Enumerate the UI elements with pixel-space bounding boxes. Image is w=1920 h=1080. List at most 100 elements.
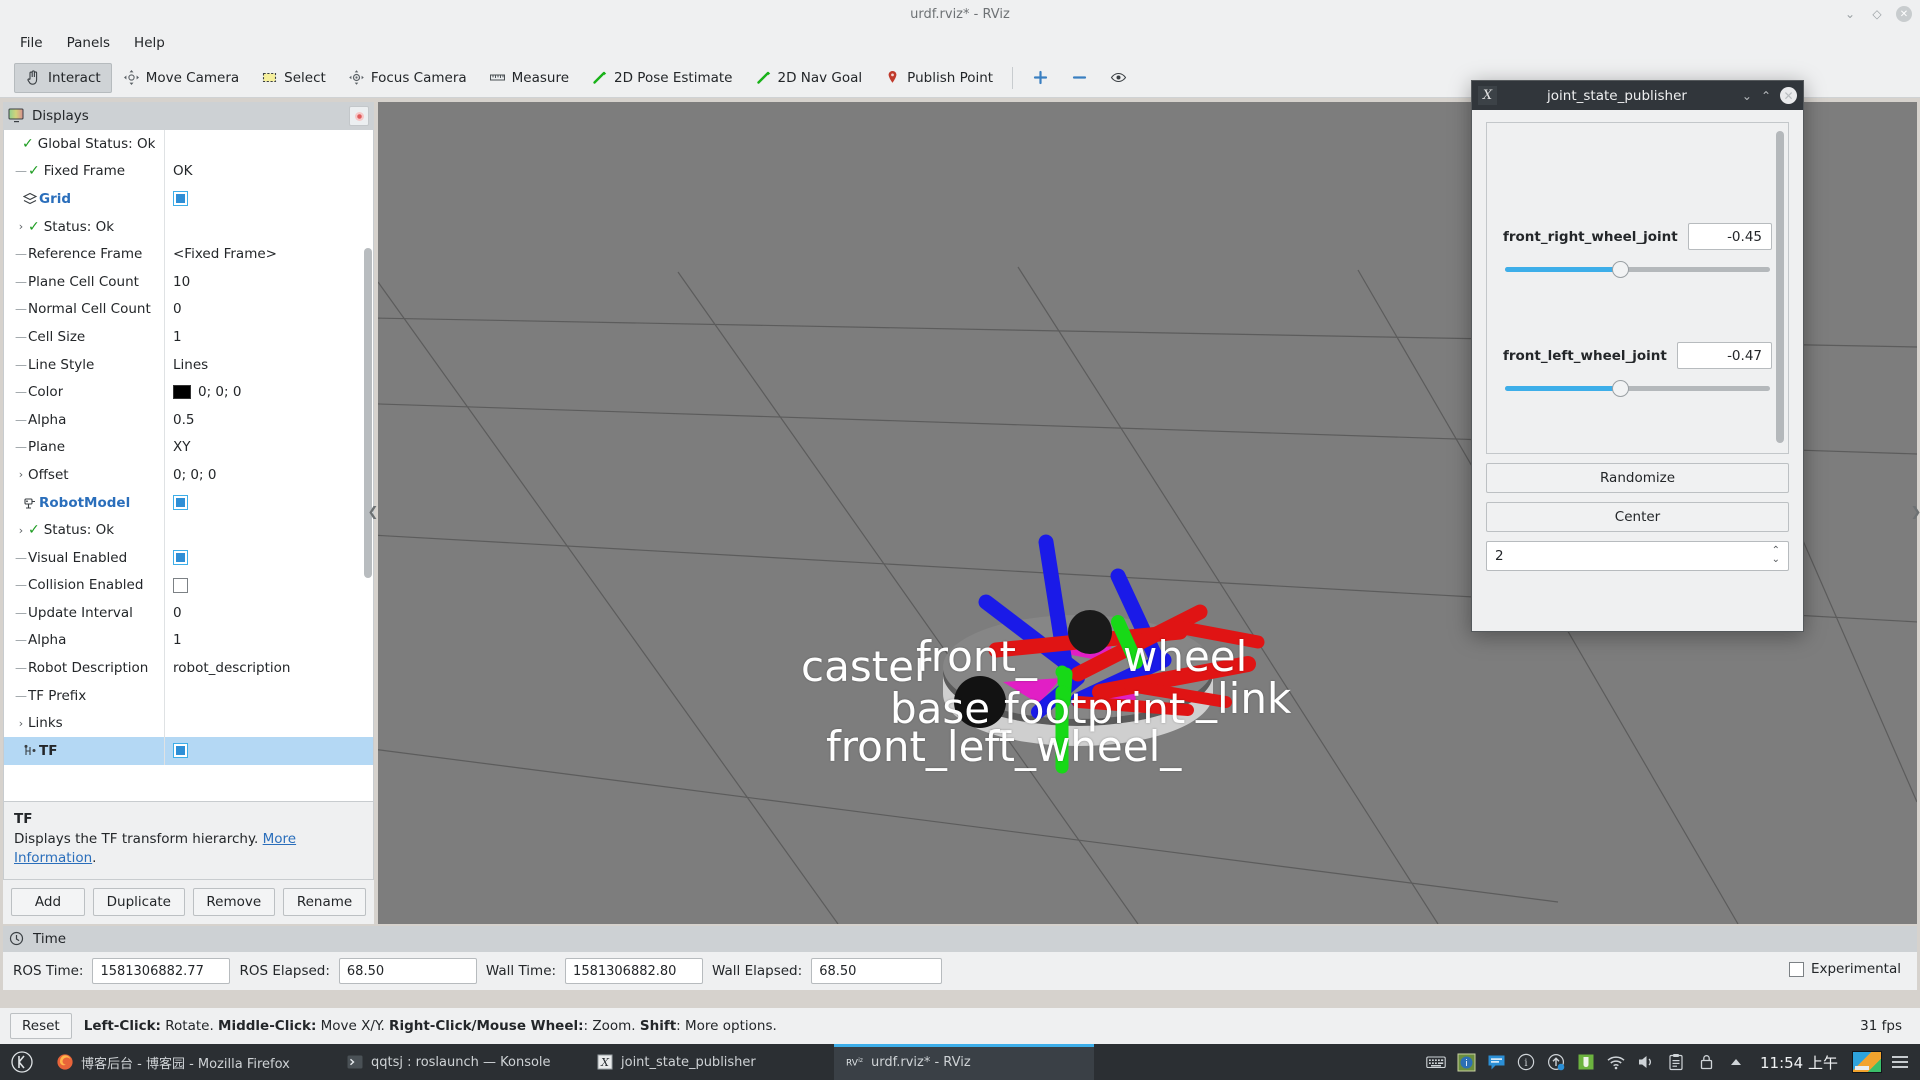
tree-row-value-cell[interactable]: 1 xyxy=(164,626,373,655)
joint-value-field[interactable]: -0.45 xyxy=(1687,223,1772,250)
slider-handle[interactable] xyxy=(1611,261,1629,278)
tool-remove-panel[interactable] xyxy=(1060,63,1099,93)
tree-row[interactable]: — Plane Cell Count 10 xyxy=(4,267,373,296)
jsp-scrollbar[interactable] xyxy=(1776,131,1784,443)
pager-icon[interactable] xyxy=(1852,1051,1882,1073)
add-button[interactable]: Add xyxy=(11,888,85,916)
tree-row-value-cell[interactable]: XY xyxy=(164,433,373,462)
tree-row[interactable]: — ✓ Fixed Frame OK xyxy=(4,157,373,186)
tool-interact[interactable]: Interact xyxy=(14,62,112,93)
wifi-icon[interactable] xyxy=(1606,1052,1626,1072)
rename-button[interactable]: Rename xyxy=(283,888,366,916)
tree-row[interactable]: — Alpha 1 xyxy=(4,626,373,655)
tool-measure[interactable]: Measure xyxy=(478,63,580,93)
chevron-right-icon[interactable]: › xyxy=(14,524,28,537)
tree-row-value-cell[interactable]: robot_description xyxy=(164,654,373,682)
ros-elapsed-field[interactable]: 68.50 xyxy=(338,958,477,984)
tool-add-panel[interactable] xyxy=(1021,63,1060,93)
tool-publish-point[interactable]: Publish Point xyxy=(873,63,1004,93)
updates-icon[interactable] xyxy=(1546,1052,1566,1072)
randomize-button[interactable]: Randomize xyxy=(1486,463,1789,493)
task-joint-state-publisher[interactable]: X joint_state_publisher xyxy=(584,1044,834,1080)
tree-row-value-cell[interactable]: Lines xyxy=(164,350,373,379)
experimental-checkbox[interactable]: Experimental xyxy=(1788,961,1901,977)
task-konsole[interactable]: qqtsj : roslaunch — Konsole xyxy=(334,1044,584,1080)
keyboard-icon[interactable] xyxy=(1426,1052,1446,1072)
tree-row-value-cell[interactable]: 10 xyxy=(164,267,373,296)
menu-help[interactable]: Help xyxy=(122,32,177,54)
menu-panels[interactable]: Panels xyxy=(55,32,122,54)
displays-tree[interactable]: ✓ Global Status: Ok — ✓ Fixed Frame OK Grid › ✓ S… xyxy=(3,130,374,802)
tree-row[interactable]: — Reference Frame <Fixed Frame> xyxy=(4,240,373,268)
tree-row[interactable]: Grid xyxy=(4,185,373,213)
tree-row[interactable]: › ✓ Status: Ok xyxy=(4,212,373,241)
tree-row-value-cell[interactable] xyxy=(164,212,373,241)
tree-row-value-cell[interactable]: <Fixed Frame> xyxy=(164,240,373,268)
enable-checkbox[interactable] xyxy=(173,495,188,511)
dropbox-icon[interactable] xyxy=(1576,1052,1596,1072)
chevron-updown-icon[interactable]: ⌃ ⌄ xyxy=(1772,546,1780,565)
tree-row[interactable]: — TF Prefix xyxy=(4,681,373,710)
joint-state-publisher-dialog[interactable]: X joint_state_publisher ⌄ ⌃ ✕ front_righ… xyxy=(1471,80,1804,632)
tool-2d-nav-goal[interactable]: 2D Nav Goal xyxy=(744,63,874,93)
tool-2d-pose-estimate[interactable]: 2D Pose Estimate xyxy=(580,63,743,93)
enable-checkbox[interactable] xyxy=(173,743,188,759)
tool-select[interactable]: Select xyxy=(250,63,337,93)
tree-row[interactable]: — Visual Enabled xyxy=(4,543,373,572)
show-hidden-icon[interactable] xyxy=(1726,1052,1746,1072)
tree-row[interactable]: — Update Interval 0 xyxy=(4,599,373,627)
close-icon[interactable]: ✕ xyxy=(1896,6,1912,22)
wall-time-field[interactable]: 1581306882.80 xyxy=(565,958,704,984)
jsp-spinbox[interactable]: 2 ⌃ ⌄ xyxy=(1486,541,1789,571)
slider-handle[interactable] xyxy=(1611,380,1629,397)
task-firefox[interactable]: 博客后台 - 博客园 - Mozilla Firefox xyxy=(44,1044,334,1080)
color-swatch[interactable] xyxy=(173,385,191,400)
tree-row[interactable]: — Cell Size 1 xyxy=(4,323,373,351)
remove-button[interactable]: Remove xyxy=(192,888,275,916)
tree-row-value-cell[interactable]: 0 xyxy=(164,599,373,627)
tree-row-value-cell[interactable] xyxy=(164,185,373,213)
tree-row[interactable]: ✓ Global Status: Ok xyxy=(4,130,373,158)
tree-row[interactable]: — Line Style Lines xyxy=(4,350,373,379)
tree-row[interactable]: › Links xyxy=(4,709,373,738)
left-panel-collapse-handle[interactable]: ❮ xyxy=(368,500,379,524)
enable-checkbox[interactable] xyxy=(173,191,188,207)
tree-row-value-cell[interactable]: 0 xyxy=(164,295,373,324)
jsp-maximize-icon[interactable]: ⌃ xyxy=(1761,89,1771,103)
wall-elapsed-field[interactable]: 68.50 xyxy=(811,958,943,984)
clipboard-icon[interactable] xyxy=(1666,1052,1686,1072)
maximize-icon[interactable]: ◇ xyxy=(1869,6,1885,22)
info-badge-icon[interactable]: i xyxy=(1456,1052,1476,1072)
minimize-icon[interactable]: ⌄ xyxy=(1842,6,1858,22)
center-button[interactable]: Center xyxy=(1486,502,1789,532)
tree-row-value-cell[interactable]: 1 xyxy=(164,323,373,351)
tree-row[interactable]: — Collision Enabled xyxy=(4,571,373,600)
tool-move-camera[interactable]: Move Camera xyxy=(112,63,250,93)
task-rviz[interactable]: RV iz urdf.rviz* - RViz xyxy=(834,1044,1094,1080)
tree-row[interactable]: — Normal Cell Count 0 xyxy=(4,295,373,324)
chevron-right-icon[interactable]: › xyxy=(14,468,28,481)
info-circle-icon[interactable]: i xyxy=(1516,1052,1536,1072)
lock-icon[interactable] xyxy=(1696,1052,1716,1072)
tree-row-value-cell[interactable]: OK xyxy=(164,157,373,186)
taskbar-clock[interactable]: 11:54 上午 xyxy=(1756,1052,1842,1073)
right-panel-collapse-handle[interactable]: ❯ xyxy=(1911,500,1920,524)
joint-value-field[interactable]: -0.47 xyxy=(1676,342,1772,369)
jsp-minimize-icon[interactable]: ⌄ xyxy=(1742,89,1752,103)
tree-row-value-cell[interactable]: 0.5 xyxy=(164,405,373,434)
tree-row[interactable]: — Color 0; 0; 0 xyxy=(4,378,373,406)
tree-row[interactable]: RobotModel xyxy=(4,488,373,517)
enable-checkbox[interactable] xyxy=(173,550,188,566)
tree-row[interactable]: — Plane XY xyxy=(4,433,373,462)
reset-button[interactable]: Reset xyxy=(10,1013,72,1039)
enable-checkbox[interactable] xyxy=(173,577,188,593)
tree-row-value-cell[interactable] xyxy=(164,543,373,572)
tree-row[interactable]: — Alpha 0.5 xyxy=(4,405,373,434)
tree-row-value-cell[interactable]: 0; 0; 0 xyxy=(164,461,373,489)
hamburger-icon[interactable] xyxy=(1892,1056,1908,1068)
jsp-joint-scroll-area[interactable]: front_right_wheel_joint -0.45 front_left… xyxy=(1486,122,1789,454)
kde-launcher-icon[interactable] xyxy=(0,1044,44,1080)
tree-row[interactable]: TF xyxy=(4,737,373,765)
menu-file[interactable]: File xyxy=(8,32,55,54)
tree-row-value-cell[interactable] xyxy=(164,130,373,158)
